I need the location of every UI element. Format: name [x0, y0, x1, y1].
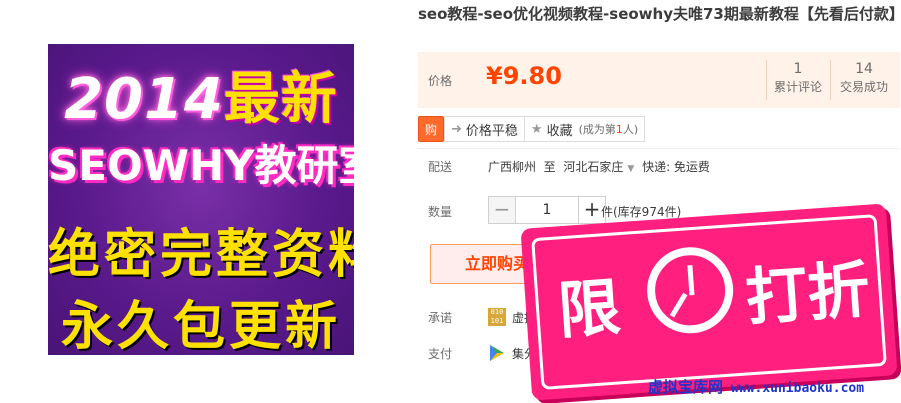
clock-hand [687, 265, 695, 296]
stat-divider [766, 60, 767, 100]
payment-label: 支付 [428, 347, 453, 361]
clock-hand [669, 292, 688, 318]
product-image-word: 最新 [223, 67, 338, 132]
badge-body: 限 打折 [520, 203, 898, 401]
product-image-line4: 永久包更新 [60, 296, 341, 355]
stat-reviews[interactable]: 1 累计评论 [768, 60, 828, 96]
star-icon: ★ [530, 121, 543, 137]
price-label: 价格 [428, 74, 453, 88]
product-image-frame: 2014最新 SEOWHY教研室 绝密完整资料 永久包更新 [0, 0, 400, 403]
divider [418, 148, 900, 149]
badge-left-text: 限 [555, 270, 623, 348]
watermark: 虚拟宝库网 www.xunibaoku.com [648, 376, 864, 397]
price-trend-button[interactable]: ➜ 价格平稳 [444, 116, 525, 142]
shipping-label: 配送 [428, 160, 453, 174]
stat-divider [830, 60, 831, 100]
price-trend-label: 价格平稳 [465, 123, 518, 139]
product-image-line3: 绝密完整资料 [48, 224, 354, 285]
chevron-down-icon[interactable]: ▼ [627, 164, 634, 174]
shipping-info: 广西柳州 至 河北石家庄 ▼ 快递: 免运费 [488, 158, 710, 175]
quantity-decrease-button[interactable]: − [488, 196, 516, 224]
watermark-site: 虚拟宝库网 [648, 378, 724, 396]
product-image[interactable]: 2014最新 SEOWHY教研室 绝密完整资料 永久包更新 [48, 44, 354, 355]
stat-deals-num: 14 [855, 61, 873, 77]
stat-deals[interactable]: 14 交易成功 [834, 60, 894, 96]
ship-from: 广西柳州 [488, 160, 537, 174]
badge-right-text: 打折 [743, 252, 873, 335]
stat-deals-label: 交易成功 [839, 80, 888, 94]
watermark-url: www.xunibaoku.com [731, 381, 865, 396]
price-panel: 价格 ¥9.80 1 累计评论 14 交易成功 [418, 52, 900, 108]
play-icon [490, 345, 504, 361]
discount-badge: 限 打折 [520, 203, 898, 401]
arrow-right-icon: ➜ [451, 121, 462, 137]
quantity-label: 数量 [428, 205, 453, 219]
product-image-line1: 2014最新 [48, 54, 354, 135]
stat-reviews-num: 1 [793, 61, 803, 77]
ship-to-select[interactable]: 河北石家庄 [563, 160, 623, 174]
promise-label: 承诺 [428, 311, 453, 325]
ship-to-word: 至 [543, 160, 556, 174]
ship-method: 快递: 免运费 [642, 160, 710, 174]
favorite-label: 收藏 [546, 123, 573, 139]
price-value: ¥9.80 [486, 62, 562, 90]
promo-row: 购 ➜ 价格平稳 ★ 收藏 (成为第1人) [418, 116, 646, 142]
product-title: seo教程-seo优化视频教程-seowhy夫唯73期最新教程【先看后付款】 [418, 5, 901, 23]
favorite-button[interactable]: ★ 收藏 (成为第1人) [524, 116, 646, 142]
shopping-bag-icon[interactable]: 购 [418, 116, 444, 142]
product-image-year: 2014 [64, 67, 224, 132]
virtual-goods-icon: 010 101 [488, 308, 506, 326]
favorite-note: (成为第1人) [578, 123, 639, 136]
product-image-line2: SEOWHY教研室 [48, 141, 354, 190]
stat-reviews-label: 累计评论 [773, 80, 822, 94]
